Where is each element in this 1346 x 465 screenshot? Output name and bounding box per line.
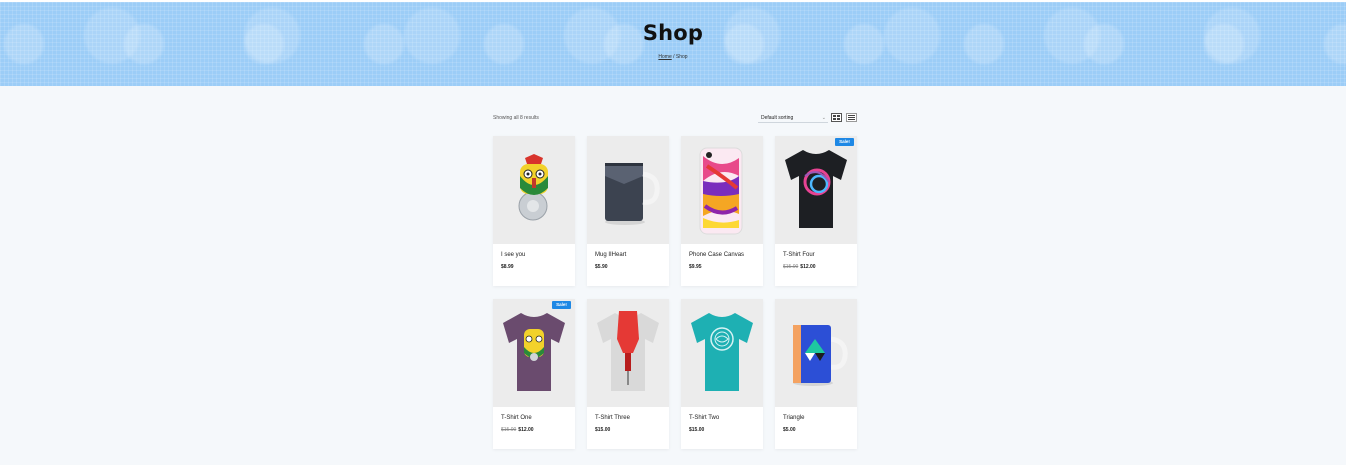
product-card[interactable]: T-Shirt Two $15.00 <box>681 299 763 449</box>
page-hero: Shop Home / Shop <box>0 2 1346 86</box>
sort-select[interactable]: Default sorting ⌄ <box>758 113 828 123</box>
product-price-current: $12.00 <box>518 427 534 433</box>
product-price: $9.95 <box>689 264 702 270</box>
product-price-current: $12.00 <box>800 264 816 270</box>
product-price-current: $5.90 <box>595 264 608 270</box>
product-image-phone-case-canvas[interactable] <box>681 136 763 244</box>
product-card[interactable]: Phone Case Canvas $9.95 <box>681 136 763 286</box>
breadcrumb-home-link[interactable]: Home <box>658 54 671 60</box>
product-name[interactable]: Mug IIHeart <box>595 252 626 258</box>
product-price: $8.99 <box>501 264 514 270</box>
product-name[interactable]: T-Shirt Three <box>595 415 630 421</box>
sort-selected-value: Default sorting <box>761 115 794 121</box>
sale-badge: Sale! <box>835 138 854 146</box>
grid-view-button[interactable] <box>831 113 842 122</box>
product-image-mug-iiheart[interactable] <box>587 136 669 244</box>
product-price: $15.00 $12.00 <box>783 264 816 270</box>
product-card[interactable]: Sale! T-Shirt One $15.00 $12.00 <box>493 299 575 449</box>
product-name[interactable]: I see you <box>501 252 525 258</box>
product-name[interactable]: T-Shirt Four <box>783 252 815 258</box>
sale-badge: Sale! <box>552 301 571 309</box>
product-image-t-shirt-three[interactable] <box>587 299 669 407</box>
product-image-t-shirt-one[interactable] <box>493 299 575 407</box>
product-price-current: $15.00 <box>689 427 705 433</box>
list-view-button[interactable] <box>846 113 857 122</box>
product-name[interactable]: T-Shirt One <box>501 415 532 421</box>
product-price: $15.00 $12.00 <box>501 427 534 433</box>
product-image-t-shirt-two[interactable] <box>681 299 763 407</box>
product-image-i-see-you[interactable] <box>493 136 575 244</box>
product-card[interactable]: Sale! T-Shirt Four $15.00 $12.00 <box>775 136 857 286</box>
product-name[interactable]: Phone Case Canvas <box>689 252 744 258</box>
product-price-current: $9.95 <box>689 264 702 270</box>
product-price: $15.00 <box>595 427 610 433</box>
page-title: Shop <box>642 21 704 45</box>
product-price-current: $8.99 <box>501 264 514 270</box>
product-card[interactable]: T-Shirt Three $15.00 <box>587 299 669 449</box>
chevron-down-icon: ⌄ <box>821 115 826 121</box>
product-image-triangle[interactable] <box>775 299 857 407</box>
result-count: Showing all 8 results <box>493 115 539 121</box>
product-card[interactable]: Triangle $5.00 <box>775 299 857 449</box>
product-name[interactable]: Triangle <box>783 415 804 421</box>
product-name[interactable]: T-Shirt Two <box>689 415 719 421</box>
product-price: $5.00 <box>783 427 796 433</box>
product-price-old: $15.00 <box>501 427 517 433</box>
breadcrumb-current: Shop <box>675 54 688 60</box>
product-price: $5.90 <box>595 264 608 270</box>
product-price: $15.00 <box>689 427 704 433</box>
breadcrumb: Home / Shop <box>0 54 1346 60</box>
product-price-current: $15.00 <box>595 427 611 433</box>
product-card[interactable]: Mug IIHeart $5.90 <box>587 136 669 286</box>
product-card[interactable]: I see you $8.99 <box>493 136 575 286</box>
product-image-t-shirt-four[interactable] <box>775 136 857 244</box>
product-price-old: $15.00 <box>783 264 799 270</box>
product-price-current: $5.00 <box>783 427 796 433</box>
